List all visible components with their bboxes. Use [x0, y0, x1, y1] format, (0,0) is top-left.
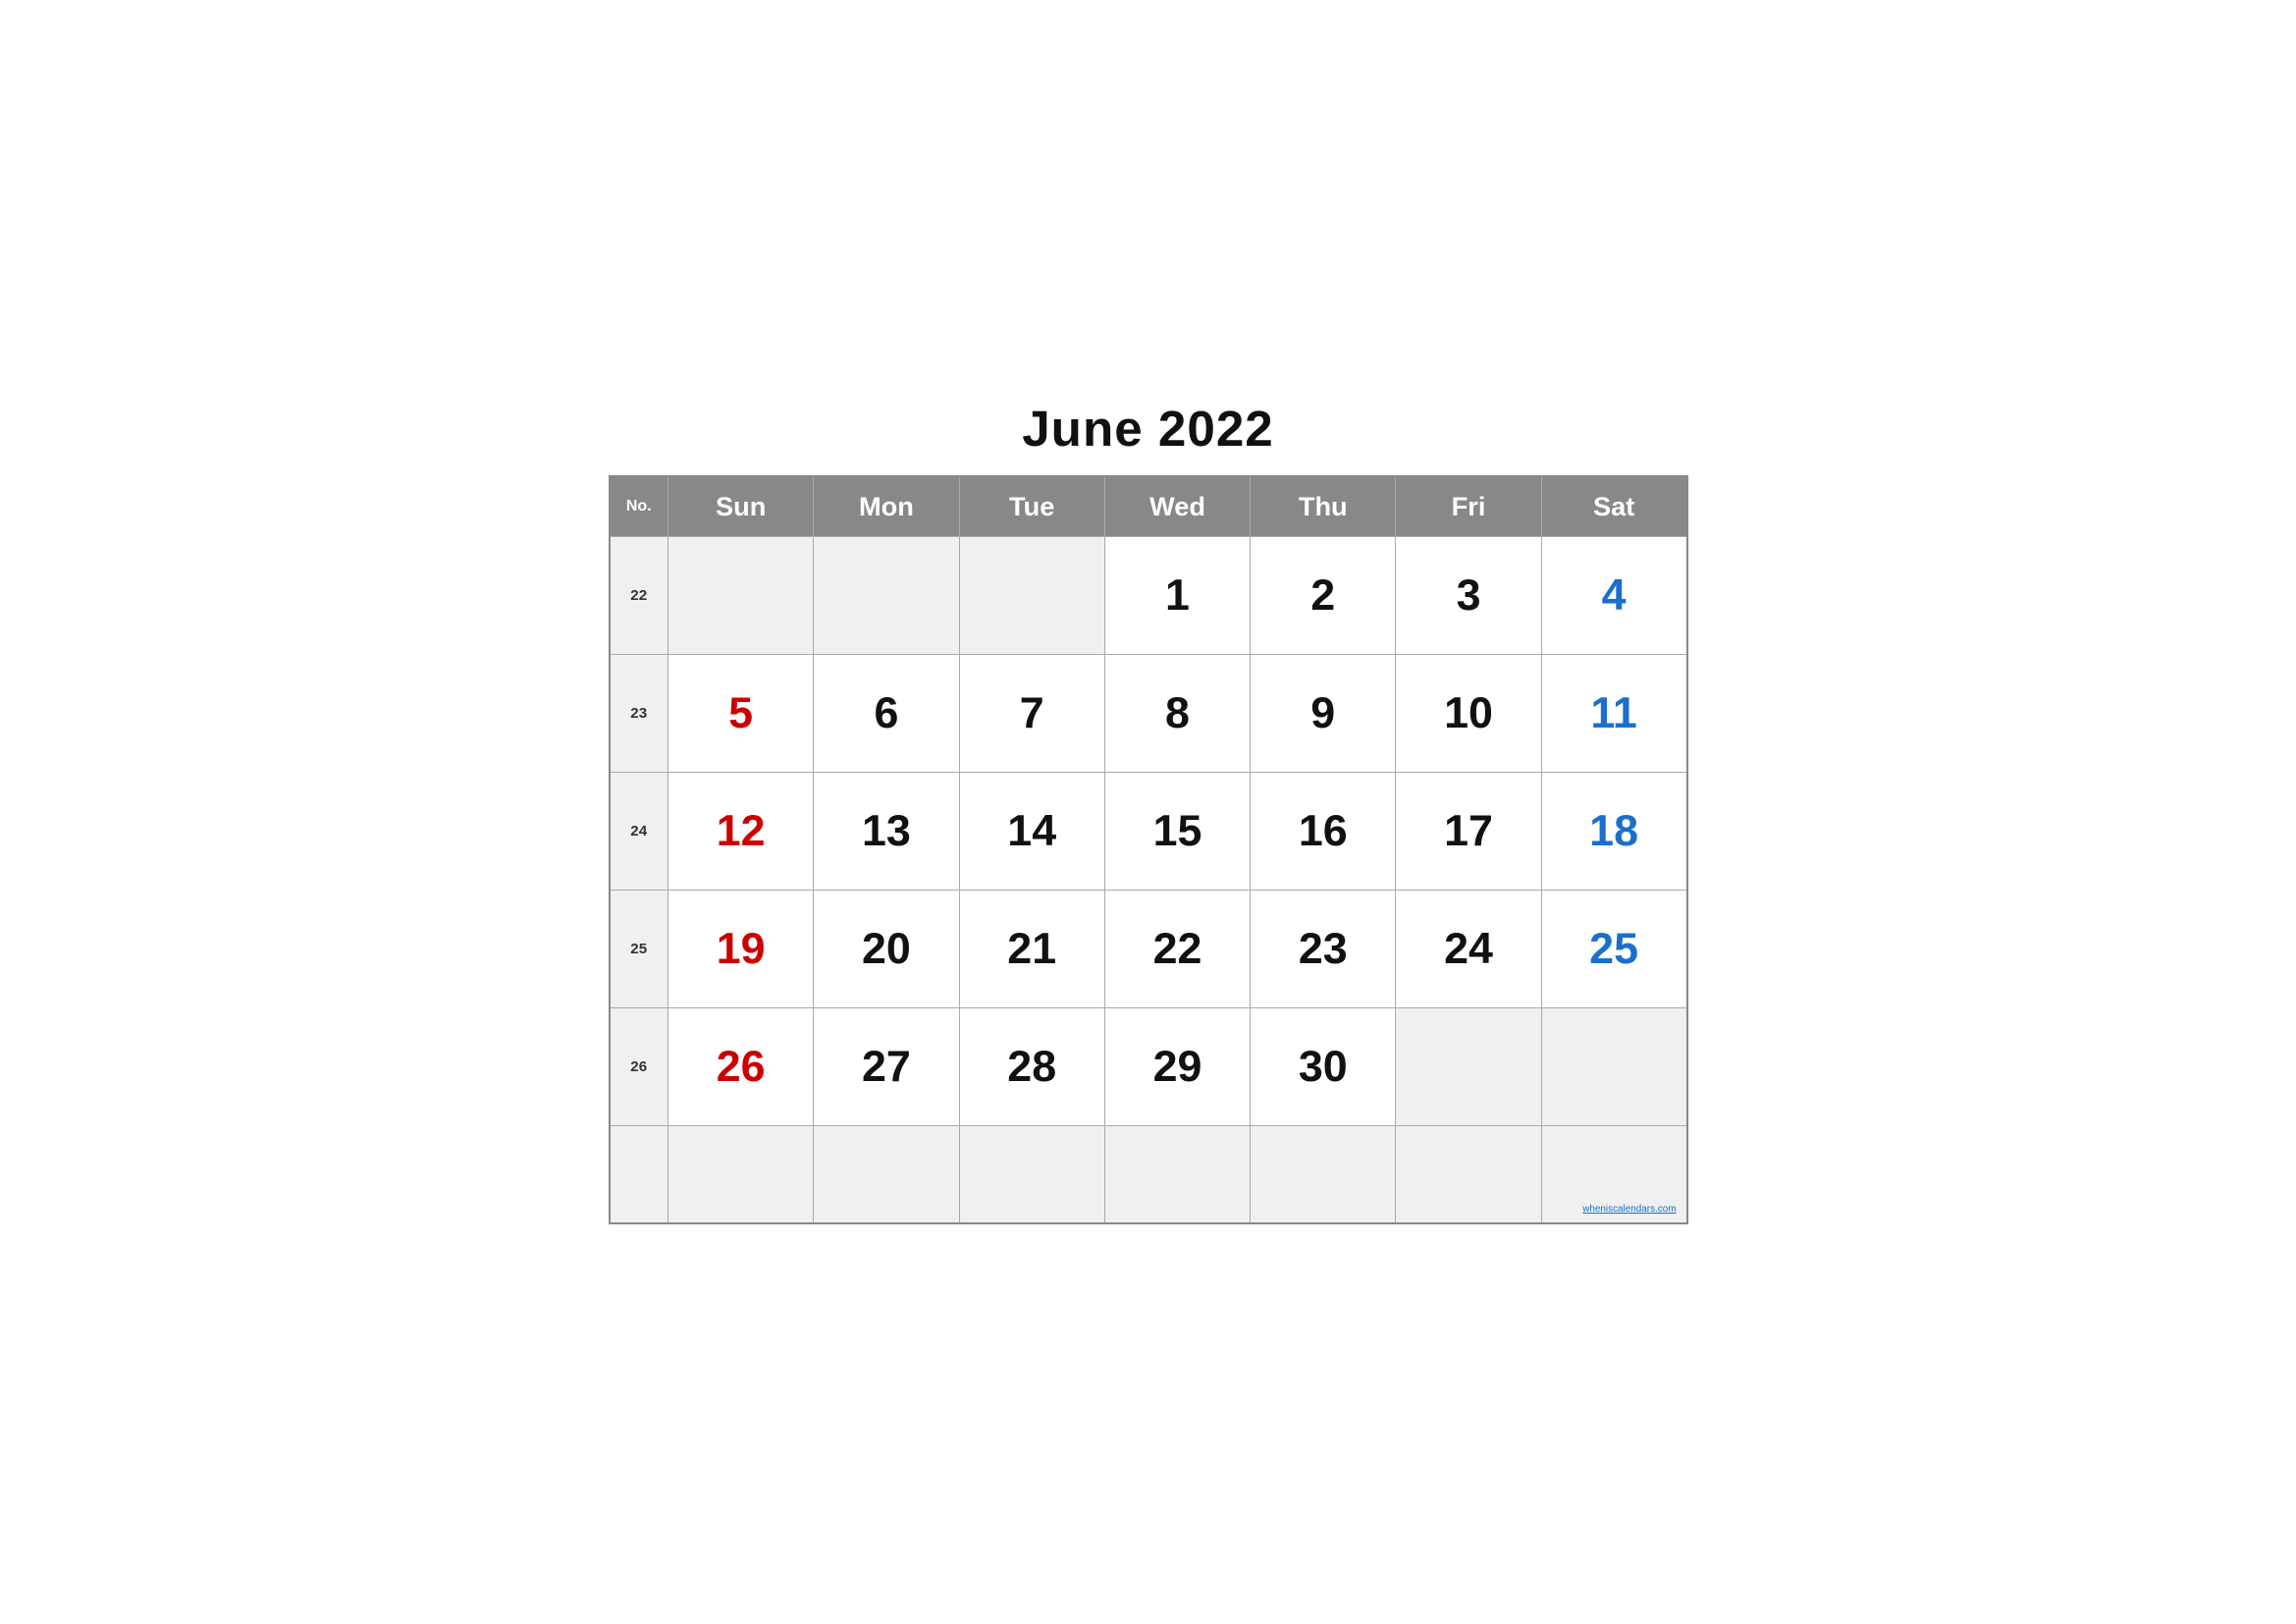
day-cell-empty [1396, 1125, 1541, 1223]
day-cell: 14 [959, 772, 1104, 890]
day-cell: 9 [1251, 654, 1396, 772]
day-cell: 11 [1541, 654, 1686, 772]
week-number: 24 [610, 772, 668, 890]
day-cell [1541, 1007, 1686, 1125]
header-no: No. [610, 476, 668, 537]
week-number: 23 [610, 654, 668, 772]
header-tue: Tue [959, 476, 1104, 537]
day-cell: 29 [1104, 1007, 1250, 1125]
header-wed: Wed [1104, 476, 1250, 537]
calendar-body: 2212342356789101124121314151617182519202… [610, 536, 1687, 1223]
day-cell: 5 [668, 654, 814, 772]
day-cell: 26 [668, 1007, 814, 1125]
table-row: 23567891011 [610, 654, 1687, 772]
watermark-cell: wheniscalendars.com [1541, 1125, 1686, 1223]
day-cell: 24 [1396, 890, 1541, 1007]
day-cell: 10 [1396, 654, 1541, 772]
table-row-last: wheniscalendars.com [610, 1125, 1687, 1223]
table-row: 2519202122232425 [610, 890, 1687, 1007]
day-cell: 23 [1251, 890, 1396, 1007]
week-number: 25 [610, 890, 668, 1007]
day-cell: 18 [1541, 772, 1686, 890]
day-cell: 13 [814, 772, 959, 890]
day-cell: 7 [959, 654, 1104, 772]
day-cell: 1 [1104, 536, 1250, 654]
calendar-title: June 2022 [609, 400, 1688, 458]
day-cell-empty [814, 1125, 959, 1223]
day-cell: 16 [1251, 772, 1396, 890]
day-cell: 25 [1541, 890, 1686, 1007]
calendar-table: No. Sun Mon Tue Wed Thu Fri Sat 22123423… [609, 475, 1688, 1225]
header-sun: Sun [668, 476, 814, 537]
header-fri: Fri [1396, 476, 1541, 537]
table-row: 262627282930 [610, 1007, 1687, 1125]
day-cell: 3 [1396, 536, 1541, 654]
table-row: 22 1234 [610, 536, 1687, 654]
day-cell [814, 536, 959, 654]
day-cell: 17 [1396, 772, 1541, 890]
day-cell: 22 [1104, 890, 1250, 1007]
day-cell [668, 536, 814, 654]
day-cell-empty [668, 1125, 814, 1223]
week-number: 22 [610, 536, 668, 654]
day-cell: 28 [959, 1007, 1104, 1125]
header-thu: Thu [1251, 476, 1396, 537]
week-number: 26 [610, 1007, 668, 1125]
day-cell: 20 [814, 890, 959, 1007]
day-cell: 12 [668, 772, 814, 890]
day-cell: 6 [814, 654, 959, 772]
day-cell: 19 [668, 890, 814, 1007]
watermark-link[interactable]: wheniscalendars.com [1582, 1204, 1676, 1215]
header-mon: Mon [814, 476, 959, 537]
day-cell: 2 [1251, 536, 1396, 654]
day-cell: 21 [959, 890, 1104, 1007]
calendar-container: June 2022 No. Sun Mon Tue Wed Thu Fri Sa… [609, 400, 1688, 1225]
day-cell [959, 536, 1104, 654]
day-cell: 27 [814, 1007, 959, 1125]
header-sat: Sat [1541, 476, 1686, 537]
week-number-empty [610, 1125, 668, 1223]
header-row: No. Sun Mon Tue Wed Thu Fri Sat [610, 476, 1687, 537]
day-cell [1396, 1007, 1541, 1125]
day-cell: 15 [1104, 772, 1250, 890]
day-cell-empty [1251, 1125, 1396, 1223]
day-cell-empty [959, 1125, 1104, 1223]
day-cell-empty [1104, 1125, 1250, 1223]
day-cell: 8 [1104, 654, 1250, 772]
day-cell: 30 [1251, 1007, 1396, 1125]
day-cell: 4 [1541, 536, 1686, 654]
table-row: 2412131415161718 [610, 772, 1687, 890]
